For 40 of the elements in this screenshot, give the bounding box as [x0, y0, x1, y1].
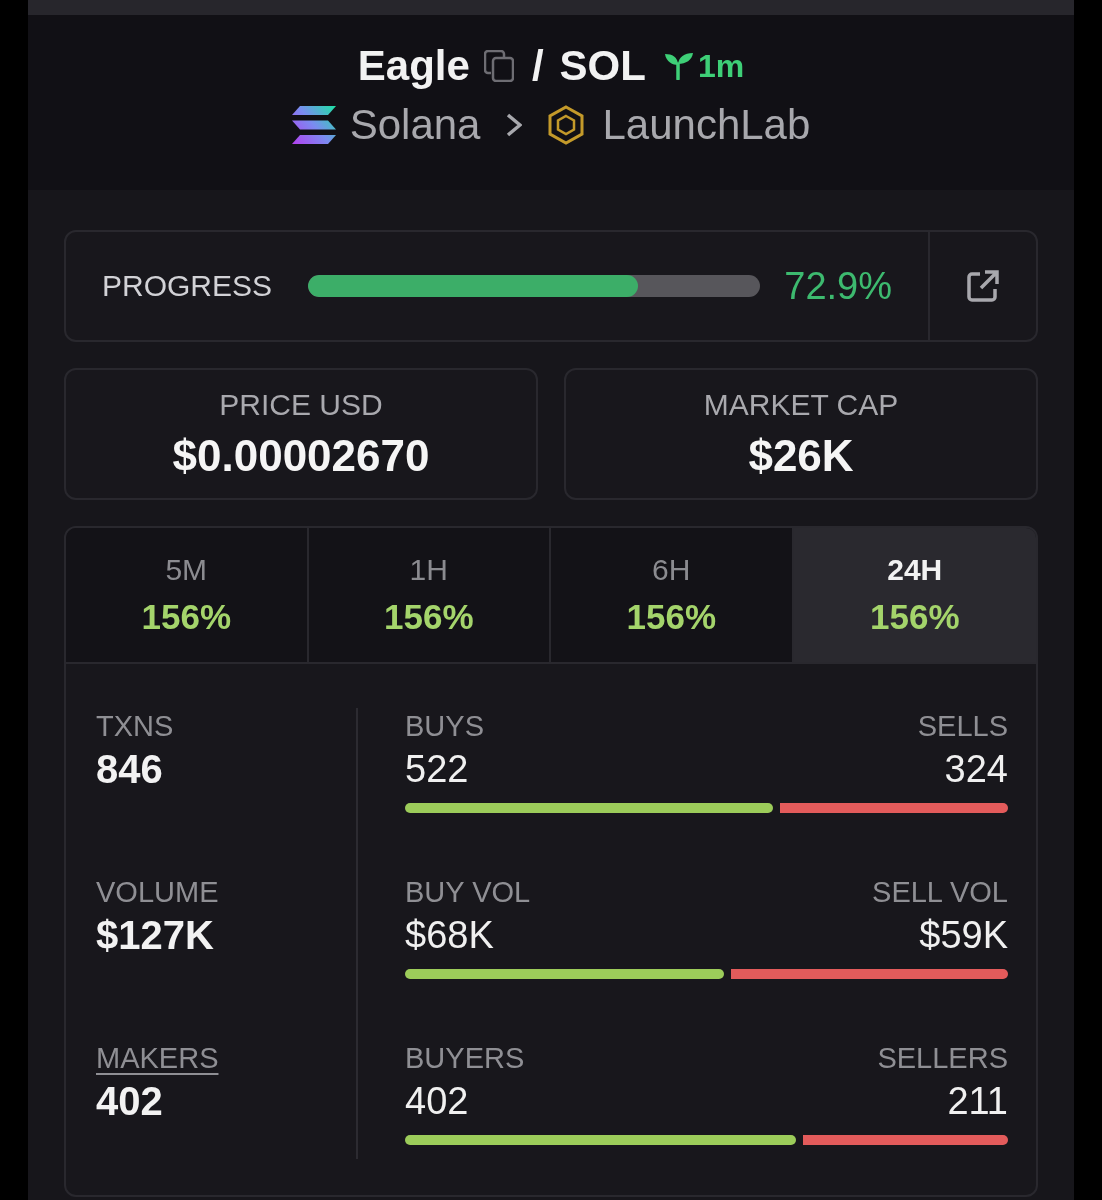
stat-value: $127K	[96, 912, 214, 959]
sell-label: SELLS	[917, 709, 1008, 744]
metric-label: PRICE USD	[219, 387, 383, 423]
buy-value: $68K	[405, 913, 494, 958]
chevron-icon	[506, 113, 523, 137]
sell-label: SELLERS	[877, 1041, 1008, 1076]
metric-value: $0.00002670	[172, 430, 430, 482]
sprout-icon	[663, 52, 694, 80]
external-link-icon	[966, 269, 1000, 303]
hexagon-logo-icon	[548, 105, 585, 145]
sell-value: 324	[944, 747, 1008, 792]
buy-label: BUYS	[405, 709, 484, 744]
buy-value: 402	[405, 1079, 469, 1124]
progress-label: PROGRESS	[102, 269, 273, 303]
sell-value: $59K	[919, 913, 1008, 958]
breadcrumb-link[interactable]: Solana	[291, 101, 481, 149]
progress-percent: 72.9%	[784, 264, 892, 308]
buy-label: BUY VOL	[405, 875, 531, 910]
pair-age: 1m	[697, 47, 745, 86]
buy-value: 522	[405, 747, 469, 792]
timeframe-tab[interactable]: 5M 156%	[66, 528, 309, 662]
timeframe-tab[interactable]: 1H 156%	[308, 528, 551, 662]
stripes-logo-icon	[291, 106, 336, 144]
stat-label: MAKERS	[96, 1041, 219, 1076]
quote-symbol: SOL	[559, 41, 646, 91]
timeframe-tab[interactable]: 24H 156%	[793, 528, 1036, 662]
pair-separator: /	[531, 41, 544, 91]
sell-label: SELL VOL	[872, 875, 1008, 910]
copy-icon[interactable]	[483, 50, 514, 82]
breadcrumb-link[interactable]: LaunchLab	[548, 101, 811, 149]
stat-value: 402	[96, 1078, 163, 1125]
buy-label: BUYERS	[405, 1041, 525, 1076]
stat-label: TXNS	[96, 709, 174, 744]
metric-value: $26K	[748, 430, 854, 482]
timeframe-tab[interactable]: 6H 156%	[551, 528, 794, 662]
token-symbol: Eagle	[357, 41, 470, 91]
stat-label: VOLUME	[96, 875, 219, 910]
sell-value: 211	[947, 1079, 1008, 1124]
stat-value: 846	[96, 746, 163, 793]
metric-label: MARKET CAP	[703, 387, 899, 423]
